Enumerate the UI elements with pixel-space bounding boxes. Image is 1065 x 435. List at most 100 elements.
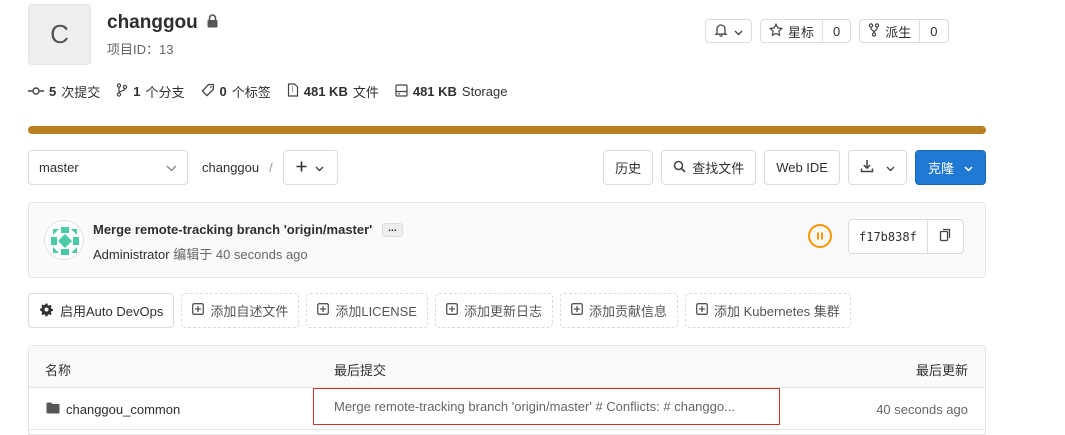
branches-label: 个分支 [145, 85, 185, 100]
find-file-label: 查找文件 [692, 161, 745, 176]
chevron-down-icon [315, 160, 324, 175]
commit-sha-group: f17b838f [848, 219, 964, 254]
commit-time: 40 seconds ago [215, 247, 308, 262]
repository-language-bar[interactable] [28, 126, 986, 134]
tree-action-buttons: 历史 查找文件 Web IDE 克隆 [603, 150, 986, 185]
tags-count: 0 [219, 84, 227, 99]
folder-icon [46, 402, 60, 417]
files-size: 481 KB [303, 84, 348, 99]
project-title: changgou [107, 12, 219, 34]
commit-author[interactable]: Administrator [93, 247, 170, 262]
history-button[interactable]: 历史 [603, 150, 654, 185]
plus-square-icon [446, 303, 458, 318]
add-changelog-label: 添加更新日志 [463, 304, 542, 319]
fork-count[interactable]: 0 [920, 19, 949, 43]
commits-label: 次提交 [61, 85, 101, 100]
add-contributing-button[interactable]: 添加贡献信息 [560, 293, 679, 328]
clone-label: 克隆 [927, 161, 954, 176]
commit-edited-label: 编辑于 [173, 247, 213, 262]
add-to-tree-dropdown[interactable] [282, 150, 338, 185]
tree-item-name[interactable]: changgou_common [46, 402, 180, 417]
avatar[interactable] [44, 220, 84, 260]
fork-icon [868, 22, 880, 40]
add-kubernetes-label: 添加 Kubernetes 集群 [714, 304, 840, 319]
tree-item-commit-message[interactable]: Merge remote-tracking branch 'origin/mas… [313, 388, 780, 425]
storage-icon [395, 83, 408, 100]
copy-icon [939, 228, 952, 245]
chevron-down-icon [886, 160, 895, 175]
breadcrumb-root[interactable]: changgou [202, 160, 259, 175]
plus-square-icon [571, 303, 583, 318]
star-button-group: 星标 0 [760, 19, 852, 43]
table-row[interactable]: changgou_common Merge remote-tracking br… [29, 388, 985, 430]
add-license-label: 添加LICENSE [335, 304, 417, 319]
commit-icon [28, 84, 44, 99]
branch-icon [116, 83, 128, 100]
copy-sha-button[interactable] [927, 219, 964, 254]
commit-sha[interactable]: f17b838f [848, 219, 928, 254]
storage-stat[interactable]: 481 KB Storage [395, 82, 508, 101]
tree-item-updated-time: 40 seconds ago [876, 402, 968, 417]
enable-auto-devops-button[interactable]: 启用Auto DevOps [28, 293, 175, 328]
add-readme-label: 添加自述文件 [210, 304, 289, 319]
column-header-name: 名称 [45, 363, 72, 378]
breadcrumb: changgou / [202, 150, 338, 185]
download-dropdown[interactable] [847, 150, 907, 185]
auto-devops-label: 启用Auto DevOps [60, 304, 164, 319]
plus-square-icon [696, 303, 708, 318]
pipeline-paused-icon[interactable] [808, 224, 832, 248]
project-name[interactable]: changgou [107, 12, 198, 34]
project-quick-actions: 启用Auto DevOps 添加自述文件 添加LICENSE 添加更新日志 添加… [28, 293, 851, 328]
files-label: 文件 [352, 85, 379, 100]
notification-dropdown[interactable] [705, 19, 752, 43]
fork-button[interactable]: 派生 [859, 19, 921, 43]
branch-name: master [39, 160, 79, 175]
project-header-buttons: 星标 0 派生 0 [705, 19, 949, 43]
project-avatar-letter: C [50, 19, 69, 49]
tags-label: 个标签 [231, 85, 271, 100]
tags-stat[interactable]: 0 个标签 [200, 82, 271, 101]
add-license-button[interactable]: 添加LICENSE [306, 293, 428, 328]
fork-button-group: 派生 0 [859, 19, 949, 43]
find-file-button[interactable]: 查找文件 [661, 150, 757, 185]
commit-title-link[interactable]: Merge remote-tracking branch 'origin/mas… [93, 222, 372, 237]
plus-square-icon [317, 303, 330, 318]
tree-controls: master changgou / 历史 查找文件 Web IDE 克隆 [28, 150, 986, 185]
breadcrumb-separator: / [269, 160, 273, 175]
branches-stat[interactable]: 1 个分支 [116, 82, 185, 101]
storage-label: Storage [461, 84, 508, 99]
toggle-commit-description-button[interactable]: ... [382, 222, 403, 237]
star-label: 星标 [788, 24, 815, 40]
chevron-down-icon [964, 160, 973, 175]
commits-stat[interactable]: 5 次提交 [28, 82, 100, 101]
file-zip-icon [287, 83, 299, 100]
star-button[interactable]: 星标 [760, 19, 824, 43]
lock-icon [206, 12, 219, 34]
add-kubernetes-cluster-button[interactable]: 添加 Kubernetes 集群 [685, 293, 851, 328]
bell-icon [714, 23, 728, 40]
tag-icon [200, 83, 215, 100]
star-count[interactable]: 0 [823, 19, 852, 43]
search-icon [673, 160, 686, 176]
add-contributing-label: 添加贡献信息 [589, 304, 668, 319]
add-readme-button[interactable]: 添加自述文件 [181, 293, 300, 328]
clone-dropdown[interactable]: 克隆 [914, 150, 986, 185]
gear-icon [39, 302, 54, 320]
web-ide-button[interactable]: Web IDE [764, 150, 840, 185]
commit-title: Merge remote-tracking branch 'origin/mas… [93, 222, 403, 237]
project-id: 项目ID：13 [107, 42, 174, 57]
last-commit-panel: Merge remote-tracking branch 'origin/mas… [28, 202, 986, 278]
add-changelog-button[interactable]: 添加更新日志 [434, 293, 553, 328]
plus-icon [296, 160, 307, 175]
chevron-down-icon [166, 160, 177, 175]
files-stat[interactable]: 481 KB 文件 [287, 82, 379, 101]
project-avatar: C [28, 4, 91, 65]
commit-meta: Administrator 编辑于 40 seconds ago [93, 244, 308, 263]
table-header: 名称 最后提交 最后更新 [29, 346, 985, 388]
commits-count: 5 [49, 84, 57, 99]
branches-count: 1 [133, 84, 141, 99]
storage-size: 481 KB [412, 84, 457, 99]
branch-select[interactable]: master [28, 150, 188, 185]
chevron-down-icon [734, 24, 743, 39]
column-header-last-commit: 最后提交 [334, 363, 387, 378]
